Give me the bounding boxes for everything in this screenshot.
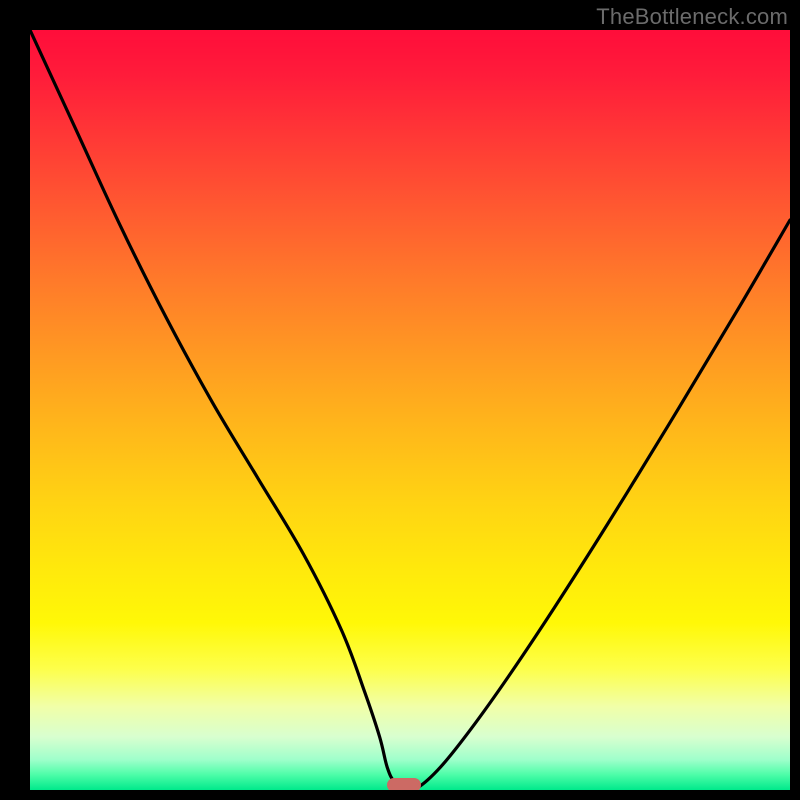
chart-frame: TheBottleneck.com: [0, 0, 800, 800]
optimal-point-marker: [387, 778, 421, 790]
bottleneck-curve: [30, 30, 790, 790]
curve-layer: [30, 30, 790, 790]
attribution-watermark: TheBottleneck.com: [596, 4, 788, 30]
plot-area: [30, 30, 790, 790]
